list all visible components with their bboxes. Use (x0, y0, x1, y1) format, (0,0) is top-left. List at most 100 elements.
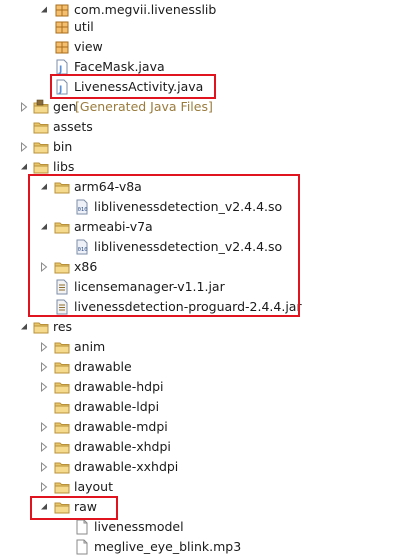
expanded-arrow-icon[interactable] (38, 220, 50, 234)
folder-icon (54, 479, 70, 495)
binary-file-icon: 010 (74, 199, 90, 215)
tree-item-drawable-hdpi[interactable]: drawable-hdpi (0, 377, 410, 397)
tree-item-label: livenessdetection-proguard-2.4.4.jar (74, 299, 302, 314)
tree-item-facemask-java[interactable]: J FaceMask.java (0, 57, 410, 77)
tree-item-raw[interactable]: raw (0, 497, 410, 517)
tree-item-livenessactivity-java[interactable]: J LivenessActivity.java (0, 77, 410, 97)
java-file-icon: J (54, 79, 70, 95)
tree-item-label: drawable (74, 359, 132, 374)
tree-item-bin[interactable]: bin (0, 137, 410, 157)
expanded-arrow-icon[interactable] (38, 180, 50, 194)
tree-item-label: x86 (74, 259, 98, 274)
java-file-icon: J (54, 59, 70, 75)
collapsed-arrow-icon[interactable] (18, 100, 30, 114)
tree-item-drawable[interactable]: drawable (0, 357, 410, 377)
tree-item-res[interactable]: res (0, 317, 410, 337)
tree-item-label: bin (53, 139, 73, 154)
tree-item-label: gen (53, 99, 77, 114)
collapsed-arrow-icon[interactable] (38, 460, 50, 474)
tree-item-decoration: [Generated Java Files] (75, 99, 213, 114)
tree-item-libs[interactable]: libs (0, 157, 410, 177)
collapsed-arrow-icon[interactable] (38, 420, 50, 434)
collapsed-arrow-icon[interactable] (38, 260, 50, 274)
tree-item-gen[interactable]: gen [Generated Java Files] (0, 97, 410, 117)
tree-item-so-arm64[interactable]: 010 libliveness­detection_v2.4.4.so (0, 197, 410, 217)
tree-item-x86[interactable]: x86 (0, 257, 410, 277)
tree-item-view[interactable]: view (0, 37, 410, 57)
tree-item-label: drawable-xxhdpi (74, 459, 179, 474)
folder-icon (33, 319, 49, 335)
expanded-arrow-icon[interactable] (18, 320, 30, 334)
tree-item-label: res (53, 319, 73, 334)
file-icon (74, 519, 90, 535)
expanded-arrow-icon[interactable] (18, 160, 30, 174)
tree-item-arm64-v8a[interactable]: arm64-v8a (0, 177, 410, 197)
folder-icon (54, 259, 70, 275)
file-icon (74, 539, 90, 555)
tree-item-meglive-eye-blink-mp3[interactable]: meglive_eye_blink.mp3 (0, 537, 410, 557)
tree-item-label: drawable-ldpi (74, 399, 160, 414)
folder-icon (54, 499, 70, 515)
folder-icon (33, 159, 49, 175)
folder-icon (33, 119, 49, 135)
tree-item-label: assets (53, 119, 93, 134)
tree-item-drawable-mdpi[interactable]: drawable-mdpi (0, 417, 410, 437)
folder-icon (54, 219, 70, 235)
tree-item-util[interactable]: util (0, 17, 410, 37)
package-explorer-tree: com.megvii.livenesslib util view J FaceMask.… (0, 0, 410, 557)
collapsed-arrow-icon[interactable] (38, 380, 50, 394)
jar-icon (54, 299, 70, 315)
tree-item-armeabi-v7a[interactable]: armeabi-v7a (0, 217, 410, 237)
svg-text:010: 010 (78, 247, 88, 253)
tree-item-drawable-xhdpi[interactable]: drawable-xhdpi (0, 437, 410, 457)
folder-icon (54, 339, 70, 355)
collapsed-arrow-icon[interactable] (38, 360, 50, 374)
package-icon (54, 2, 70, 18)
collapsed-arrow-icon[interactable] (38, 440, 50, 454)
tree-item-label: libliveness­detection_v2.4.4.so (94, 239, 283, 254)
tree-item-label: layout (74, 479, 114, 494)
tree-item-licensemanager-jar[interactable]: licensemanager-v1.1.jar (0, 277, 410, 297)
tree-item-livenessmodel[interactable]: livenessmodel (0, 517, 410, 537)
tree-item-so-armeabi[interactable]: 010 libliveness­detection_v2.4.4.so (0, 237, 410, 257)
source-folder-icon (33, 99, 49, 115)
folder-icon (54, 379, 70, 395)
tree-item-drawable-xxhdpi[interactable]: drawable-xxhdpi (0, 457, 410, 477)
tree-item-drawable-ldpi[interactable]: drawable-ldpi (0, 397, 410, 417)
folder-icon (33, 139, 49, 155)
tree-item-label: anim (74, 339, 106, 354)
tree-item-layout[interactable]: layout (0, 477, 410, 497)
expanded-arrow-icon[interactable] (38, 3, 50, 17)
tree-item-label: drawable-xhdpi (74, 439, 171, 454)
tree-item-label: drawable-hdpi (74, 379, 164, 394)
tree-item-anim[interactable]: anim (0, 337, 410, 357)
svg-text:010: 010 (78, 207, 88, 213)
tree-item-label: libliveness­detection_v2.4.4.so (94, 199, 283, 214)
tree-item-label: armeabi-v7a (74, 219, 153, 234)
tree-item-label: FaceMask.java (74, 59, 165, 74)
tree-item-label: meglive_eye_blink.mp3 (94, 539, 242, 554)
tree-item-label: LivenessActivity.java (74, 79, 204, 94)
package-icon (54, 19, 70, 35)
binary-file-icon: 010 (74, 239, 90, 255)
tree-item-label: util (74, 19, 94, 34)
collapsed-arrow-icon[interactable] (18, 140, 30, 154)
tree-item-label: drawable-mdpi (74, 419, 168, 434)
svg-text:J: J (58, 85, 62, 95)
tree-item-proguard-jar[interactable]: livenessdetection-proguard-2.4.4.jar (0, 297, 410, 317)
tree-item-assets[interactable]: assets (0, 117, 410, 137)
collapsed-arrow-icon[interactable] (38, 480, 50, 494)
jar-icon (54, 279, 70, 295)
tree-item-label: libs (53, 159, 75, 174)
tree-item-label: livenessmodel (94, 519, 184, 534)
folder-icon (54, 459, 70, 475)
tree-item-label: raw (74, 499, 98, 514)
collapsed-arrow-icon[interactable] (38, 340, 50, 354)
expanded-arrow-icon[interactable] (38, 500, 50, 514)
tree-item-label: arm64-v8a (74, 179, 142, 194)
folder-icon (54, 179, 70, 195)
folder-icon (54, 399, 70, 415)
folder-icon (54, 439, 70, 455)
package-icon (54, 39, 70, 55)
tree-item-label: licensemanager-v1.1.jar (74, 279, 225, 294)
